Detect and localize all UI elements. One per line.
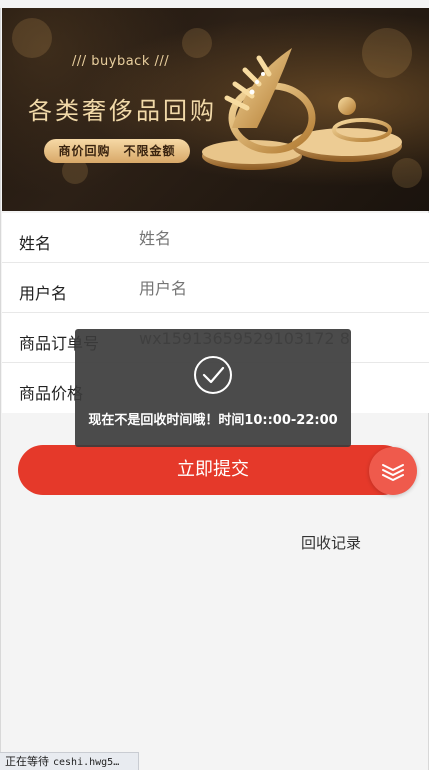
form-row-name: 姓名 — [2, 213, 429, 263]
floating-menu-button[interactable] — [369, 447, 417, 495]
buyback-banner: /// buyback /// 各类奢侈品回购 商价回购 不限金额 — [2, 8, 429, 211]
gold-ring-image — [202, 48, 402, 170]
status-text: 正在等待 — [5, 755, 49, 768]
banner-title: 各类奢侈品回购 — [28, 97, 217, 125]
check-circle-icon — [194, 356, 232, 394]
form-row-username: 用户名 — [2, 263, 429, 313]
banner-subtitle: /// buyback /// — [72, 54, 170, 69]
name-label: 姓名 — [19, 234, 52, 253]
toast-text: 现在不是回收时间哦！时间10::00-22:00 — [88, 413, 338, 428]
submit-button[interactable]: 立即提交 — [18, 445, 408, 495]
recycle-records-link[interactable]: 回收记录 — [301, 532, 361, 553]
layers-icon — [382, 464, 404, 481]
banner-tag: 商价回购 不限金额 — [44, 139, 190, 163]
app-frame: /// buyback /// 各类奢侈品回购 商价回购 不限金额 姓名 姓名 … — [0, 8, 429, 770]
status-url: ceshi.hwg5… — [53, 757, 120, 768]
toast-message: 现在不是回收时间哦！时间10::00-22:00 — [75, 329, 351, 447]
name-input[interactable] — [139, 223, 409, 253]
username-label: 用户名 — [19, 284, 68, 303]
price-label: 商品价格 — [19, 384, 84, 403]
username-input[interactable] — [139, 273, 409, 303]
browser-status-bar: 正在等待 ceshi.hwg5… — [0, 752, 139, 770]
